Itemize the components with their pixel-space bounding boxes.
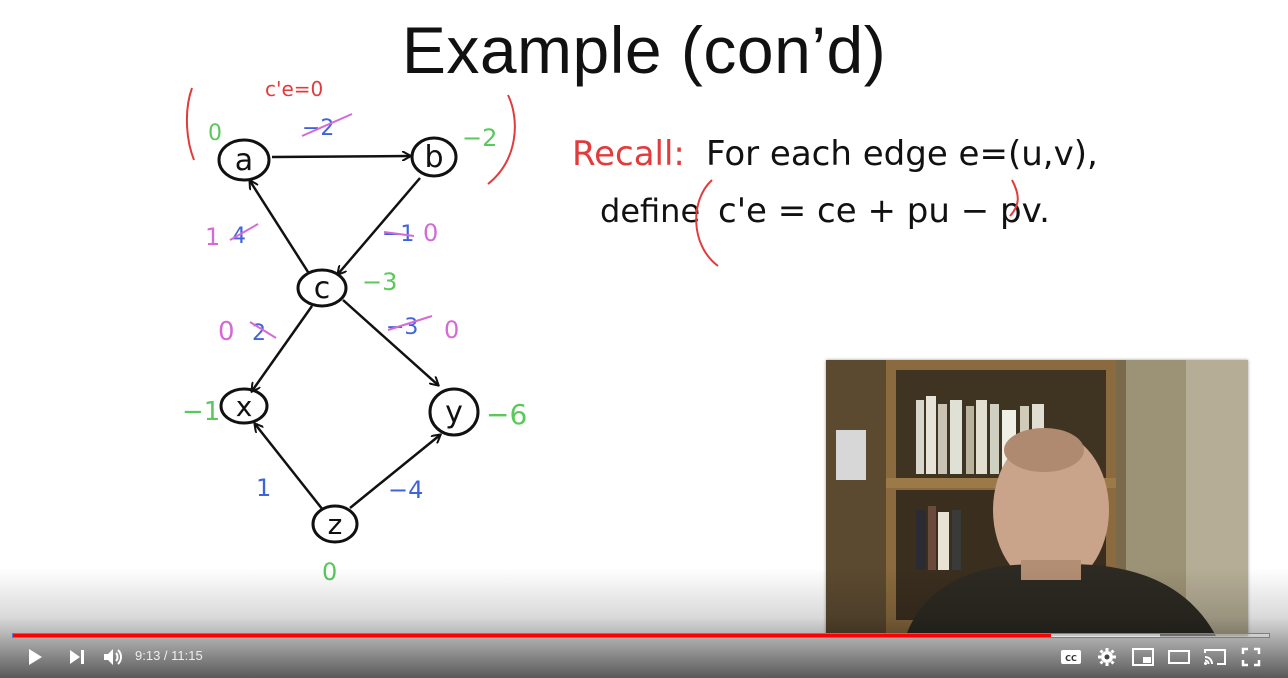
node-label: x: [236, 390, 253, 423]
node-label: a: [235, 143, 253, 178]
cast-button[interactable]: [1198, 640, 1232, 674]
node-c: c: [296, 268, 348, 308]
potential-z: 0: [322, 558, 337, 586]
progress-played: [13, 634, 1052, 637]
fullscreen-icon: [1241, 647, 1261, 667]
edge-zy-cost: −4: [388, 476, 423, 504]
time-total: 11:15: [171, 648, 203, 663]
node-label: b: [424, 140, 443, 175]
node-y: y: [428, 387, 480, 437]
instructor-webcam: [826, 360, 1248, 636]
edge-ca-cost: 1 4: [205, 223, 259, 251]
define-word: define: [600, 192, 700, 230]
edge-ca-reduced-cost: 1: [205, 223, 220, 251]
subtitles-icon: CC: [1061, 650, 1081, 664]
webcam-frame: [826, 360, 1248, 636]
edge-c-x: [252, 305, 314, 391]
bracket-left: [185, 87, 195, 161]
settings-button[interactable]: [1090, 640, 1124, 674]
edge-cy-original-cost: −3: [386, 315, 418, 340]
recall-label: Recall:: [572, 134, 685, 174]
potential-a: 0: [208, 121, 222, 146]
play-icon: [29, 649, 42, 665]
settings-icon: [1098, 648, 1116, 666]
play-button[interactable]: [18, 640, 52, 674]
node-b: b: [410, 136, 458, 178]
edge-ab-cost: −2: [301, 113, 353, 141]
potential-c: −3: [362, 268, 397, 296]
video-player[interactable]: Example (con’d) a b c x y z 0 −2 −3 −1 −…: [0, 0, 1288, 678]
edge-ca-original-cost: 4: [232, 224, 246, 249]
node-a: a: [217, 138, 271, 182]
time-current: 9:13: [135, 648, 161, 663]
miniplayer-button[interactable]: [1126, 640, 1160, 674]
progress-bar[interactable]: [12, 633, 1270, 638]
node-label: c: [314, 271, 331, 306]
player-controls: 9:13 / 11:15 CC: [0, 640, 1288, 674]
cast-icon: [1204, 649, 1226, 665]
node-label: z: [328, 508, 343, 541]
theater-mode-button[interactable]: [1162, 640, 1196, 674]
miniplayer-icon: [1132, 648, 1154, 666]
edge-cx-reduced-cost: 0: [218, 317, 235, 347]
time-display: 9:13 / 11:15: [135, 648, 203, 663]
potential-b: −2: [462, 124, 497, 152]
volume-button[interactable]: [96, 640, 130, 674]
volume-icon: [104, 649, 122, 665]
edge-bc-cost: −1 0: [382, 219, 438, 247]
edge-c-a: [250, 181, 310, 273]
time-separator: /: [160, 648, 172, 663]
node-x: x: [219, 387, 269, 425]
edge-c-y: [342, 299, 438, 385]
edge-cx-cost: 0 2: [218, 317, 277, 347]
node-label: y: [445, 395, 463, 430]
recall-text: For each edge e=(u,v),: [706, 134, 1098, 174]
svg-text:CC: CC: [1065, 654, 1077, 663]
potential-y: −6: [486, 398, 527, 431]
edge-bc-reduced-cost: 0: [423, 219, 438, 247]
edge-cy-cost: −3 0: [386, 315, 459, 344]
subtitles-button[interactable]: CC: [1054, 640, 1088, 674]
lecture-slide: Example (con’d) a b c x y z 0 −2 −3 −1 −…: [0, 0, 1288, 678]
next-icon: [70, 650, 84, 664]
reduced-cost-formula: c'e = ce + pu − pv.: [718, 191, 1050, 231]
fullscreen-button[interactable]: [1234, 640, 1268, 674]
next-button[interactable]: [60, 640, 94, 674]
edge-cy-reduced-cost: 0: [444, 316, 459, 344]
potential-x: −1: [182, 397, 220, 427]
edge-ab-reduced-label: c'e=0: [265, 77, 323, 101]
edge-zx-cost: 1: [256, 474, 271, 502]
theater-mode-icon: [1168, 650, 1190, 664]
edge-a-b: [271, 156, 410, 157]
node-z: z: [311, 504, 359, 544]
